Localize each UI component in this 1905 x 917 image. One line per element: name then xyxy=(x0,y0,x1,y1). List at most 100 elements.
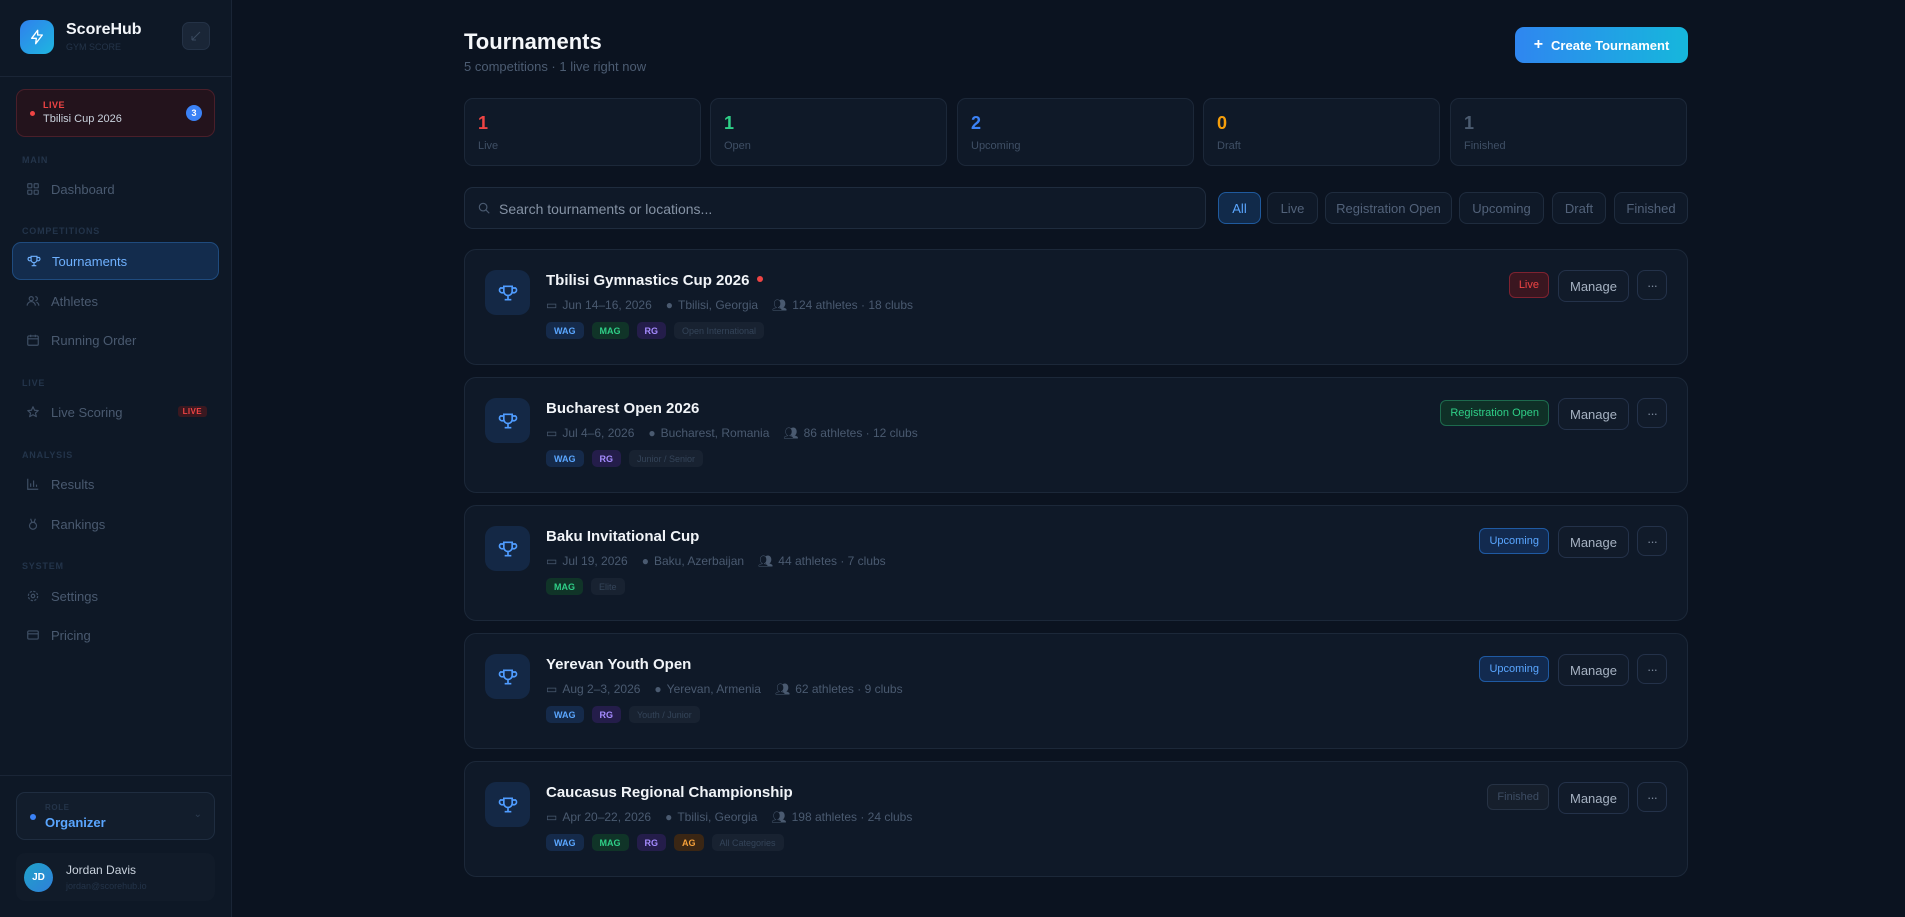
trophy-icon xyxy=(485,398,530,443)
manage-button[interactable]: Manage xyxy=(1558,270,1629,302)
manage-button[interactable]: Manage xyxy=(1558,782,1629,814)
search-placeholder: Search tournaments or locations... xyxy=(499,201,713,217)
sidebar-item-dashboard[interactable]: Dashboard xyxy=(12,170,219,208)
trophy-icon xyxy=(485,526,530,571)
manage-button[interactable]: Manage xyxy=(1558,654,1629,686)
tag-wag: WAG xyxy=(546,322,584,339)
tournament-athletes: 44 athletes · 7 clubs xyxy=(778,554,886,568)
calendar-icon: ▭ xyxy=(546,298,558,312)
filter-registration-open[interactable]: Registration Open xyxy=(1325,192,1452,224)
stat-draft[interactable]: 0 Draft xyxy=(1203,98,1440,166)
live-tournament-card[interactable]: LIVE Tbilisi Cup 2026 3 xyxy=(16,89,215,137)
section-label-system: SYSTEM xyxy=(22,561,64,571)
collapse-icon xyxy=(191,31,201,41)
sidebar-item-label: Dashboard xyxy=(51,181,115,197)
gear-icon xyxy=(25,589,41,603)
search-input[interactable]: Search tournaments or locations... xyxy=(464,187,1206,229)
tag-wag: WAG xyxy=(546,450,584,467)
sidebar-item-pricing[interactable]: Pricing xyxy=(12,616,219,654)
role-value: Organizer xyxy=(45,815,106,830)
filter-upcoming[interactable]: Upcoming xyxy=(1459,192,1544,224)
live-tournament-name: Tbilisi Cup 2026 xyxy=(43,113,122,125)
sidebar-item-results[interactable]: Results xyxy=(12,465,219,503)
tournament-meta: ▭ Jul 19, 2026 ● Baku, Azerbaijan 👥︎ 44 ath… xyxy=(546,554,900,568)
tournament-card[interactable]: Bucharest Open 2026 ▭ Jul 4–6, 2026 ● Buch… xyxy=(464,377,1688,493)
tournament-name: Baku Invitational Cup xyxy=(546,528,700,545)
filter-draft[interactable]: Draft xyxy=(1552,192,1606,224)
stat-open[interactable]: 1 Open xyxy=(710,98,947,166)
trophy-icon xyxy=(26,254,42,268)
stat-live[interactable]: 1 Live xyxy=(464,98,701,166)
stat-value: 1 xyxy=(1464,113,1475,133)
tournament-meta: ▭ Apr 20–22, 2026 ● Tbilisi, Georgia 👥︎ 198… xyxy=(546,810,926,824)
dashboard-icon xyxy=(25,182,41,196)
tournament-name: Caucasus Regional Championship xyxy=(546,784,793,801)
tournament-date: Apr 20–22, 2026 xyxy=(562,810,652,824)
tournament-card[interactable]: Caucasus Regional Championship ▭ Apr 20–2… xyxy=(464,761,1688,877)
more-options-button[interactable]: ··· xyxy=(1637,526,1667,556)
brand-subtitle: GYM SCORE xyxy=(66,42,122,52)
tournament-card[interactable]: Tbilisi Gymnastics Cup 2026 ▭ Jun 14–16, … xyxy=(464,249,1688,365)
tournament-meta: ▭ Jun 14–16, 2026 ● Tbilisi, Georgia 👥︎ 124… xyxy=(546,298,927,312)
location-pin-icon: ● xyxy=(648,426,656,440)
avatar: JD xyxy=(24,863,53,892)
tag-category: Elite xyxy=(591,578,625,595)
tag-mag: MAG xyxy=(546,578,583,595)
calendar-icon: ▭ xyxy=(546,426,558,440)
filter-live[interactable]: Live xyxy=(1267,192,1318,224)
tournament-date: Jul 4–6, 2026 xyxy=(562,426,635,440)
users-icon: 👥︎ xyxy=(783,426,799,440)
manage-button[interactable]: Manage xyxy=(1558,526,1629,558)
tournament-card[interactable]: Baku Invitational Cup ▭ Jul 19, 2026 ● Bak… xyxy=(464,505,1688,621)
stat-label: Draft xyxy=(1217,140,1241,152)
sidebar-item-running-order[interactable]: Running Order xyxy=(12,321,219,359)
stat-value: 1 xyxy=(724,113,735,133)
more-options-button[interactable]: ··· xyxy=(1637,398,1667,428)
create-tournament-button[interactable]: + Create Tournament xyxy=(1515,27,1688,63)
tag-mag: MAG xyxy=(591,322,629,339)
more-options-button[interactable]: ··· xyxy=(1637,782,1667,812)
tournament-location: Baku, Azerbaijan xyxy=(653,554,745,568)
role-selector[interactable]: ROLE Organizer ⌄ xyxy=(16,792,215,840)
user-name: Jordan Davis xyxy=(66,863,137,877)
role-label: ROLE xyxy=(45,803,70,812)
users-icon: 👥︎ xyxy=(771,810,787,824)
star-icon xyxy=(25,405,41,419)
sidebar-divider xyxy=(0,775,231,776)
user-profile[interactable]: JD Jordan Davis jordan@scorehub.io xyxy=(16,853,215,901)
stats-row: 1 Live 1 Open 2 Upcoming 0 Draft 1 Finis… xyxy=(464,98,1688,166)
sidebar-item-rankings[interactable]: Rankings xyxy=(12,505,219,543)
tag-category: Open International xyxy=(674,322,765,339)
manage-button[interactable]: Manage xyxy=(1558,398,1629,430)
create-tournament-label: Create Tournament xyxy=(1551,37,1670,53)
tournament-card[interactable]: Yerevan Youth Open ▭ Aug 2–3, 2026 ● Yerev… xyxy=(464,633,1688,749)
more-options-button[interactable]: ··· xyxy=(1637,270,1667,300)
status-badge: Upcoming xyxy=(1479,656,1549,682)
sidebar-item-athletes[interactable]: Athletes xyxy=(12,282,219,320)
live-dot xyxy=(30,111,35,116)
tournament-location: Bucharest, Romania xyxy=(660,426,770,440)
sidebar-divider xyxy=(0,76,231,77)
status-badge: Live xyxy=(1508,272,1549,298)
sidebar-item-tournaments[interactable]: Tournaments xyxy=(12,242,219,280)
filter-all[interactable]: All xyxy=(1218,192,1261,224)
discipline-tags: WAG RG Youth / Junior xyxy=(546,706,700,723)
status-badge: Registration Open xyxy=(1440,400,1549,426)
more-options-button[interactable]: ··· xyxy=(1637,654,1667,684)
tag-rg: RG xyxy=(636,322,666,339)
sidebar-item-live-scoring[interactable]: Live Scoring LIVE xyxy=(12,393,219,431)
tournament-date: Jun 14–16, 2026 xyxy=(562,298,652,312)
stat-upcoming[interactable]: 2 Upcoming xyxy=(957,98,1194,166)
sidebar-item-settings[interactable]: Settings xyxy=(12,577,219,615)
stat-label: Live xyxy=(478,140,499,152)
collapse-sidebar-button[interactable] xyxy=(182,22,210,50)
sidebar-item-label: Results xyxy=(51,476,95,492)
stat-finished[interactable]: 1 Finished xyxy=(1450,98,1687,166)
live-badge: LIVE xyxy=(177,406,207,417)
users-icon: 👥︎ xyxy=(772,298,788,312)
tournament-meta: ▭ Aug 2–3, 2026 ● Yerevan, Armenia 👥︎ 62 at… xyxy=(546,682,917,696)
calendar-icon: ▭ xyxy=(546,554,558,568)
sidebar-item-label: Tournaments xyxy=(52,253,128,269)
brand-name: ScoreHub xyxy=(66,21,142,38)
filter-finished[interactable]: Finished xyxy=(1614,192,1688,224)
